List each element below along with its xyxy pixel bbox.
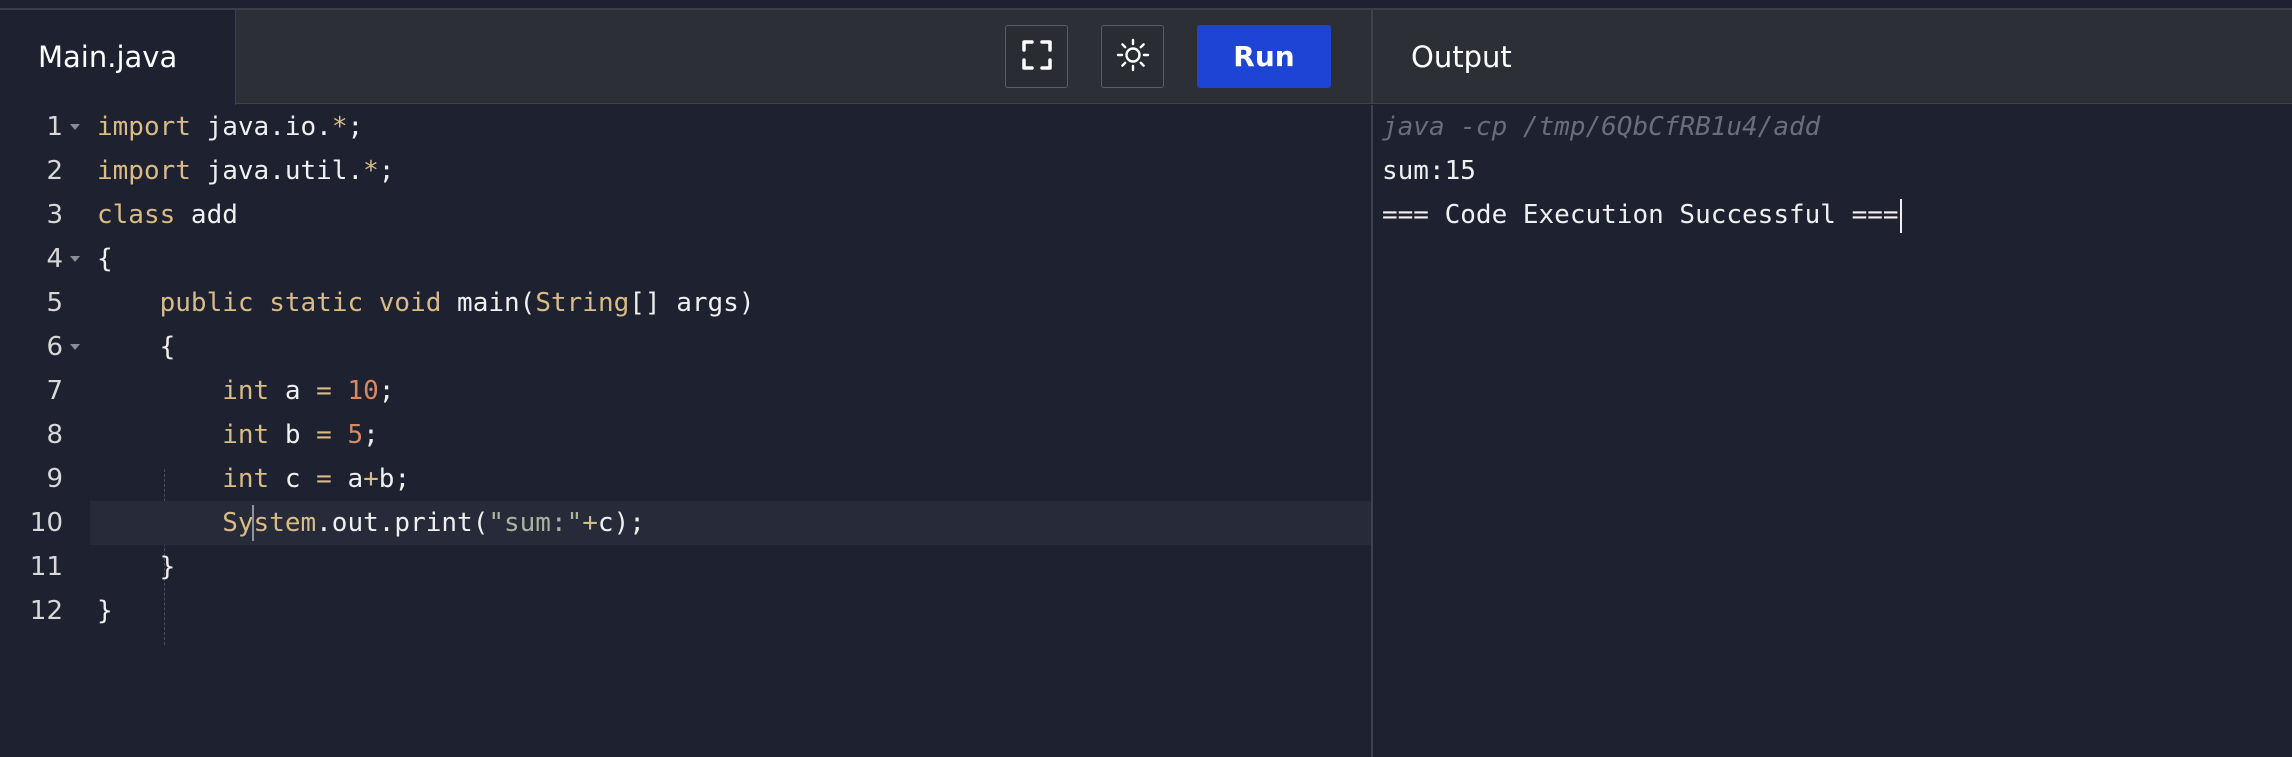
file-tab-main-java[interactable]: Main.java (0, 10, 236, 105)
code-line-active[interactable]: 10 System.out.print("sum:"+c); (0, 501, 1371, 545)
line-number: 5 (46, 288, 63, 318)
code-line[interactable]: 1 import java.io.*; (0, 105, 1371, 149)
code-text: System.out.print("sum:"+c); (222, 508, 645, 538)
line-number: 4 (46, 244, 63, 274)
code-line[interactable]: 5 public static void main(String[] args) (0, 281, 1371, 325)
code-text: int c = a+b; (222, 464, 411, 494)
code-text: import java.util.*; (97, 156, 395, 186)
code-line[interactable]: 8 int b = 5; (0, 413, 1371, 457)
code-text: { (97, 244, 113, 274)
line-number: 3 (46, 200, 63, 230)
code-text: import java.io.*; (97, 112, 364, 142)
code-text: } (97, 596, 113, 626)
code-text: int a = 10; (222, 376, 395, 406)
output-header: Output (1371, 10, 2292, 104)
theme-toggle-button[interactable] (1101, 25, 1164, 88)
line-number: 6 (46, 332, 63, 362)
code-text: int b = 5; (222, 420, 379, 450)
output-status-line: === Code Execution Successful === (1382, 193, 1902, 237)
output-title: Output (1411, 40, 1512, 74)
code-editor[interactable]: 1 import java.io.*; 2 import java.util.*… (0, 105, 1371, 757)
code-line[interactable]: 7 int a = 10; (0, 369, 1371, 413)
line-number: 7 (46, 376, 63, 406)
fold-arrow-icon[interactable] (70, 256, 80, 262)
code-line[interactable]: 2 import java.util.*; (0, 149, 1371, 193)
output-console[interactable]: java -cp /tmp/6QbCfRB1u4/add sum:15 === … (1371, 105, 2292, 757)
code-line[interactable]: 11 } (0, 545, 1371, 589)
fullscreen-icon (1021, 39, 1052, 74)
editor-toolbar: Main.java Run (0, 10, 1371, 105)
code-line[interactable]: 6 { (0, 325, 1371, 369)
fold-arrow-icon[interactable] (70, 124, 80, 130)
code-line[interactable]: 3 class add (0, 193, 1371, 237)
fold-arrow-icon[interactable] (70, 344, 80, 350)
line-number: 8 (46, 420, 63, 450)
line-number: 10 (29, 508, 63, 538)
output-command: java -cp /tmp/6QbCfRB1u4/add (1382, 112, 1821, 142)
top-border (0, 0, 2292, 10)
code-text: class add (97, 200, 238, 230)
code-line[interactable]: 12 } (0, 589, 1371, 633)
fullscreen-button[interactable] (1005, 25, 1068, 88)
line-number: 9 (46, 464, 63, 494)
line-number: 12 (29, 596, 63, 626)
code-text: } (97, 552, 176, 582)
line-number: 11 (29, 552, 63, 582)
output-result: sum:15 (1382, 156, 1476, 186)
text-cursor (252, 505, 254, 541)
line-number: 1 (46, 112, 63, 142)
code-text: { (97, 332, 176, 362)
output-cursor (1899, 198, 1902, 233)
code-line[interactable]: 4 { (0, 237, 1371, 281)
code-line[interactable]: 9 int c = a+b; (0, 457, 1371, 501)
code-text: public static void main(String[] args) (159, 288, 755, 318)
output-status: === Code Execution Successful === (1382, 200, 1899, 230)
sun-icon (1116, 38, 1150, 76)
line-number: 2 (46, 156, 63, 186)
run-button[interactable]: Run (1197, 25, 1331, 88)
